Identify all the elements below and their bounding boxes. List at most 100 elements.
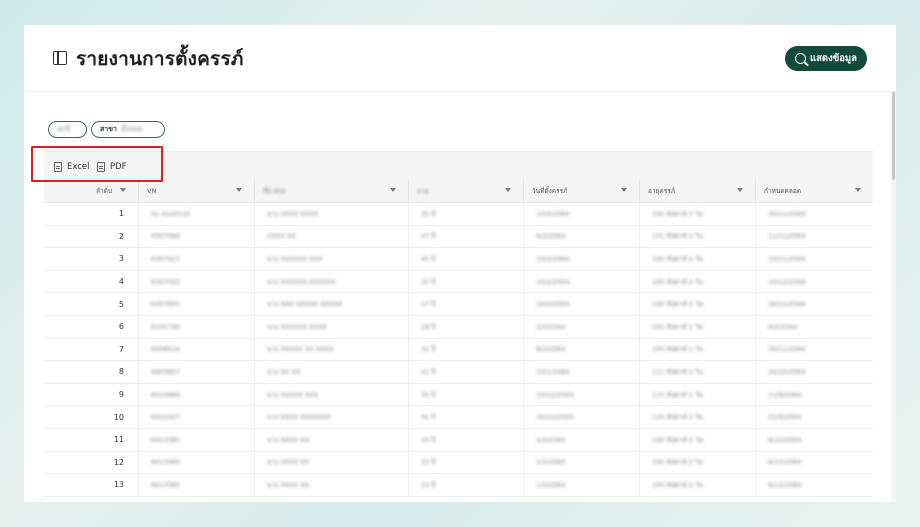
cell-vn: 6307066 bbox=[139, 225, 255, 248]
header-gestational-age[interactable]: อายุครรภ์ bbox=[640, 179, 756, 202]
cell-no-text: 13 bbox=[113, 480, 124, 490]
cell-gestational-age: 100 สัปดาห์ 2 วัน bbox=[640, 474, 756, 496]
table-row[interactable]: 2 6307066 XXXX XX 27 ปี 6/2/2564 101 สัปดาห์ … bbox=[44, 225, 873, 249]
cell-age: 23 ปี bbox=[409, 428, 524, 451]
cell-no-text: 6 bbox=[118, 322, 124, 332]
cell-age: 18 ปี bbox=[409, 315, 524, 338]
cell-pregnancy-date: 10/1/2564 bbox=[524, 361, 640, 383]
cell-no: 13 bbox=[44, 474, 139, 496]
export-excel-button[interactable]: Excel bbox=[54, 160, 90, 174]
cell-gestational-age-text: 115 สัปดาห์ 2 วัน bbox=[652, 413, 704, 422]
scrollbar-thumb[interactable] bbox=[892, 92, 895, 180]
filter-icon[interactable] bbox=[120, 188, 126, 192]
export-pdf-label: PDF bbox=[110, 162, 127, 172]
table-row[interactable]: 4 6307593 นาง XXXXXX XXXXXX 37 ปี 10/2/2564 1… bbox=[44, 270, 873, 294]
cell-pregnancy-date-text: 10/2/2564 bbox=[536, 300, 570, 309]
table-row[interactable]: 11 6413385 นาง XXXX XX 23 ปี 1/2/2564 100 สัป… bbox=[44, 428, 873, 452]
cell-due-date-text: 10/12/2564 bbox=[768, 277, 806, 286]
cell-vn-text: 6307066 bbox=[151, 232, 180, 241]
cell-pregnancy-date: 8/2/2564 bbox=[524, 338, 640, 361]
cell-name: นาง XX XX bbox=[255, 361, 409, 383]
header-pregnancy-date-label: วันที่ตั้งครรภ์ bbox=[532, 186, 568, 195]
cell-due-date: 10/11/2564 bbox=[756, 248, 873, 270]
sidebar-toggle-icon[interactable] bbox=[53, 51, 67, 65]
table-row[interactable]: 1 01-0220125 นาง XXXX XXXX 35 ปี 10/2/2564 10… bbox=[44, 203, 873, 226]
cell-age-text: 35 ปี bbox=[421, 209, 436, 218]
cell-pregnancy-date-text: 10/12/2563 bbox=[536, 413, 574, 422]
header-no[interactable]: ลำดับ bbox=[44, 179, 139, 202]
cell-gestational-age: 115 สัปดาห์ 2 วัน bbox=[640, 406, 756, 428]
cell-due-date: 20/11/2564 bbox=[756, 293, 873, 315]
cell-pregnancy-date: 10/2/2564 bbox=[524, 293, 640, 315]
cell-due-date: 6/12/2564 bbox=[756, 452, 873, 474]
cell-no: 9 bbox=[44, 383, 139, 406]
cell-vn: 6307605 bbox=[139, 293, 255, 315]
cell-gestational-age-text: 111 สัปดาห์ 2 วัน bbox=[652, 367, 704, 376]
cell-due-date-text: 20/10/2564 bbox=[768, 367, 806, 376]
cell-name-text: นาง XXXXXX XXX bbox=[267, 254, 323, 263]
table-row[interactable]: 13 6413385 นาง XXXX XX 23 ปี 1/2/2564 100 สัป… bbox=[44, 474, 873, 497]
cell-name-text: XXXX XX bbox=[267, 232, 296, 241]
cell-name-text: นาง XXXX XXXXXXX bbox=[267, 413, 332, 422]
cell-pregnancy-date-text: 10/2/2564 bbox=[536, 277, 570, 286]
filter-icon[interactable] bbox=[737, 188, 743, 192]
table-row[interactable]: 9 6410966 นาง XXXXX XXX 35 ปี 10/12/2563 115 … bbox=[44, 383, 873, 407]
cell-pregnancy-date-text: 6/2/2564 bbox=[536, 232, 566, 241]
header-gestational-age-label: อายุครรภ์ bbox=[648, 186, 675, 195]
cell-due-date: 20/10/2564 bbox=[756, 361, 873, 383]
cell-no-text: 7 bbox=[118, 344, 124, 354]
table-row[interactable]: 6 6101736 นาง XXXXXX XXXX 18 ปี 2/3/2564 101 … bbox=[44, 315, 873, 339]
table-body: 1 01-0220125 นาง XXXX XXXX 35 ปี 10/2/2564 10… bbox=[44, 203, 873, 497]
cell-age-text: 27 ปี bbox=[421, 232, 436, 241]
table-row[interactable]: 7 6008524 นาง XXXXX XX XXXX 32 ปี 8/2/2564 10… bbox=[44, 338, 873, 362]
cell-age: 23 ปี bbox=[409, 451, 524, 474]
cell-age-text: 35 ปี bbox=[421, 390, 436, 399]
table-row[interactable]: 3 6307421 นาง XXXXXX XXX 45 ปี 10/2/2564 100 … bbox=[44, 248, 873, 271]
cell-due-date: 10/12/2564 bbox=[756, 271, 873, 293]
cell-vn: 6413385 bbox=[139, 451, 255, 474]
header-due-date[interactable]: กำหนดคลอด bbox=[756, 179, 873, 202]
cell-gestational-age-text: 100 สัปดาห์ 2 วัน bbox=[652, 435, 704, 444]
show-data-button[interactable]: แสดงข้อมูล bbox=[785, 46, 867, 71]
cell-due-date: 6/12/2564 bbox=[756, 429, 873, 451]
header-pregnancy-date[interactable]: วันที่ตั้งครรภ์ bbox=[524, 179, 640, 202]
filter-icon[interactable] bbox=[855, 188, 861, 192]
cell-gestational-age: 100 สัปดาห์ 2 วัน bbox=[640, 451, 756, 474]
cell-vn-text: 01-0220125 bbox=[151, 209, 191, 218]
cell-name-text: นาง XX XX bbox=[267, 367, 301, 376]
export-pdf-button[interactable]: PDF bbox=[97, 160, 127, 174]
cell-due-date: 6/12/2564 bbox=[756, 474, 873, 496]
cell-no: 4 bbox=[44, 270, 139, 293]
cell-pregnancy-date-text: 1/2/2564 bbox=[536, 435, 566, 444]
table-row[interactable]: 12 6413385 นาง XXXX XX 23 ปี 1/2/2564 100 สัป… bbox=[44, 451, 873, 475]
header-due-date-label: กำหนดคลอด bbox=[764, 186, 801, 195]
header-age[interactable]: อายุ bbox=[409, 179, 524, 202]
vertical-scrollbar[interactable] bbox=[891, 92, 896, 502]
cell-name-text: นาง XXXX XX bbox=[267, 435, 310, 444]
cell-due-date-text: 21/9/2564 bbox=[768, 390, 802, 399]
table-row[interactable]: 5 6307605 นาง XXX XXXXX XXXXX 17 ปี 10/2/256… bbox=[44, 293, 873, 316]
cell-pregnancy-date: 6/2/2564 bbox=[524, 225, 640, 248]
filter-icon[interactable] bbox=[621, 188, 627, 192]
cell-gestational-age: 115 สัปดาห์ 1 วัน bbox=[640, 383, 756, 406]
cell-gestational-age: 101 สัปดาห์ 2 วัน bbox=[640, 225, 756, 248]
cell-gestational-age-text: 100 สัปดาห์ 1 วัน bbox=[652, 209, 704, 218]
table-row[interactable]: 10 6412327 นาง XXXX XXXXXXX 41 ปี 10/12/2563… bbox=[44, 406, 873, 429]
table-row[interactable]: 8 6403957 นาง XX XX 21 ปี 10/1/2564 111 สัปดา… bbox=[44, 361, 873, 384]
header-vn[interactable]: VN bbox=[139, 179, 255, 202]
page-header: รายงานการตั้งครรภ์ แสดงข้อมูล bbox=[24, 25, 896, 92]
filter-icon[interactable] bbox=[505, 188, 511, 192]
cell-vn: 6413385 bbox=[139, 474, 255, 496]
year-filter-chip[interactable]: ทุกปี bbox=[48, 121, 87, 138]
cell-pregnancy-date: 1/2/2564 bbox=[524, 428, 640, 451]
cell-pregnancy-date: 10/12/2563 bbox=[524, 383, 640, 406]
cell-pregnancy-date-text: 10/2/2564 bbox=[536, 254, 570, 263]
filter-icon[interactable] bbox=[390, 188, 396, 192]
header-name[interactable]: ชื่อ-สกุล bbox=[255, 179, 409, 202]
cell-age: 17 ปี bbox=[409, 293, 524, 315]
cell-vn: 6307421 bbox=[139, 248, 255, 270]
branch-filter-chip[interactable]: สาขา ทั้งหมด bbox=[91, 121, 165, 138]
header-name-label: ชื่อ-สกุล bbox=[263, 186, 286, 195]
filter-icon[interactable] bbox=[236, 188, 242, 192]
cell-gestational-age: 100 สัปดาห์ 2 วัน bbox=[640, 270, 756, 293]
